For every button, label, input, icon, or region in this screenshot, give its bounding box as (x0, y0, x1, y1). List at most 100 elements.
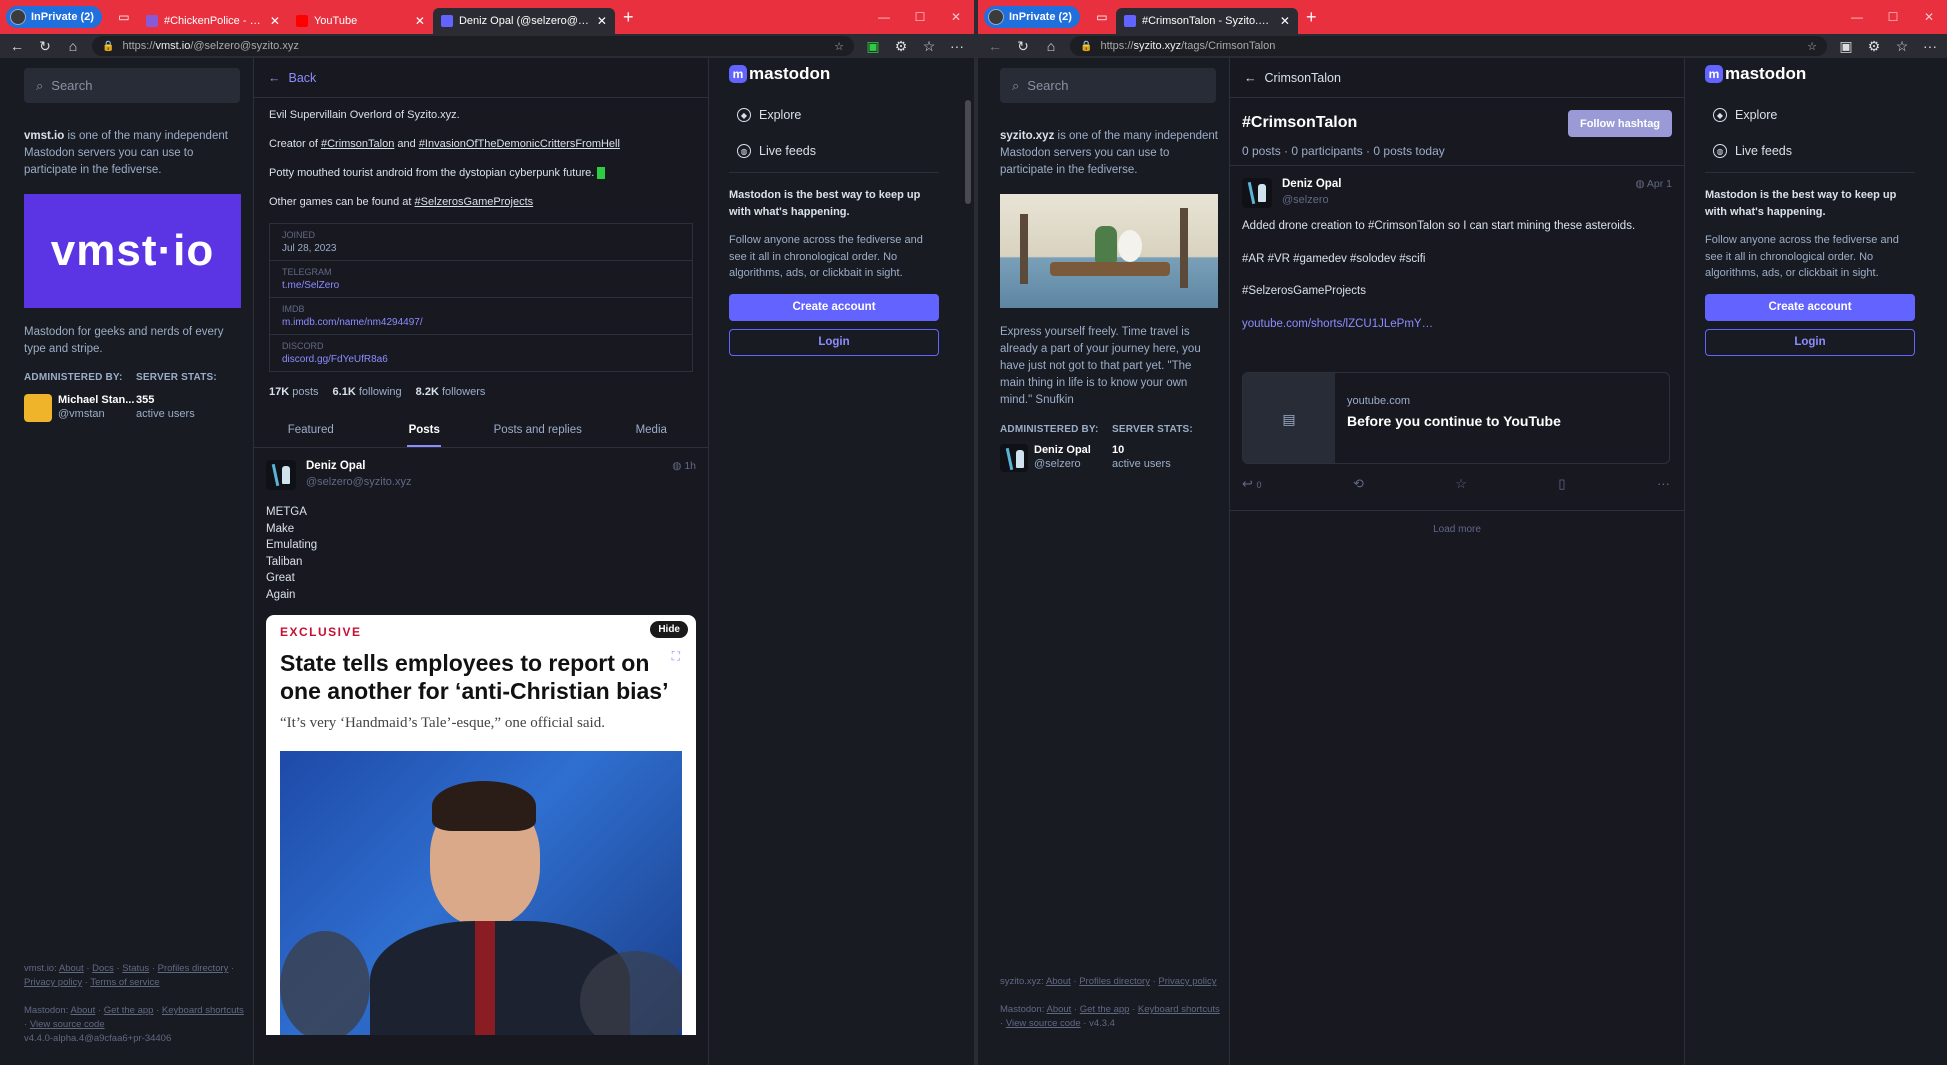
alt-text-icon[interactable]: ⛶ (672, 649, 680, 664)
favorites-icon[interactable]: ☆ (1893, 38, 1911, 55)
admin-name[interactable]: Deniz Opal (1034, 444, 1091, 456)
post-avatar[interactable] (1242, 178, 1272, 208)
back-arrow-icon[interactable]: ← (8, 38, 26, 54)
following-count[interactable]: 6.1K following (333, 386, 402, 398)
post-time[interactable]: ◍ 1h (672, 460, 696, 490)
status-post[interactable]: Deniz Opal @selzero ◍ Apr 1 Added drone c… (1230, 166, 1684, 330)
footer-keyboard-link[interactable]: Keyboard shortcuts (1138, 1004, 1220, 1015)
favorites-icon[interactable]: ☆ (920, 38, 938, 55)
post-time[interactable]: ◍ Apr 1 (1635, 178, 1672, 208)
login-button[interactable]: Login (1705, 328, 1915, 356)
inprivate-badge[interactable]: InPrivate (2) (6, 6, 102, 28)
refresh-icon[interactable]: ↻ (36, 38, 54, 55)
footer-source-link[interactable]: View source code (1006, 1018, 1081, 1029)
close-tab-icon[interactable]: ✕ (1280, 14, 1290, 28)
post-author-name[interactable]: Deniz Opal (1282, 178, 1341, 190)
browser-tab[interactable]: #ChickenPolice - #MastodonSpy ✕ (138, 8, 288, 34)
follow-hashtag-button[interactable]: Follow hashtag (1568, 110, 1672, 137)
post-link[interactable]: youtube.com/shorts/lZCU1JLePmY… (1242, 316, 1672, 333)
tab-posts[interactable]: Posts (368, 412, 482, 447)
hashtag-link[interactable]: #SelzerosGameProjects (415, 196, 534, 208)
browser-tab-active[interactable]: Deniz Opal (@selzero@syzito.xyz) ✕ (432, 8, 615, 34)
post-hashtags[interactable]: #AR #VR #gamedev #solodev #scifi (1242, 251, 1672, 268)
admin-avatar[interactable] (1000, 444, 1028, 472)
footer-terms-link[interactable]: Terms of service (90, 977, 159, 988)
posts-count[interactable]: 17K posts (269, 386, 319, 398)
minimize-icon[interactable]: — (866, 10, 902, 24)
search-input[interactable]: ⌕ Search (24, 68, 240, 103)
reply-button[interactable]: ↩ 0 (1242, 476, 1262, 492)
link-preview-card[interactable]: ▤ youtube.com Before you continue to You… (1242, 372, 1670, 464)
favourite-star-icon[interactable]: ☆ (1455, 476, 1467, 492)
address-bar[interactable]: 🔒 https://syzito.xyz/tags/CrimsonTalon ☆ (1070, 36, 1827, 56)
page-scrollbar[interactable] (962, 58, 974, 1065)
minimize-icon[interactable]: — (1839, 10, 1875, 24)
mastodon-logo[interactable]: m mastodon (729, 64, 939, 84)
more-options-icon[interactable]: ··· (1657, 476, 1670, 492)
nav-live-feeds[interactable]: ◍ Live feeds (729, 144, 939, 158)
close-window-icon[interactable]: ✕ (1911, 10, 1947, 24)
footer-source-link[interactable]: View source code (30, 1019, 105, 1030)
maximize-icon[interactable]: ☐ (902, 10, 938, 24)
tab-featured[interactable]: Featured (254, 412, 368, 447)
footer-about-link[interactable]: About (59, 963, 84, 974)
footer-privacy-link[interactable]: Privacy policy (1158, 976, 1216, 987)
refresh-icon[interactable]: ↻ (1014, 38, 1032, 55)
hashtag-link[interactable]: #CrimsonTalon (1368, 220, 1445, 232)
scrollbar-thumb[interactable] (965, 100, 971, 204)
home-icon[interactable]: ⌂ (64, 38, 82, 54)
address-bar[interactable]: 🔒 https://vmst.io/@selzero@syzito.xyz ☆ (92, 36, 854, 56)
more-menu-icon[interactable]: ··· (948, 38, 966, 54)
hashtag-link[interactable]: #CrimsonTalon (321, 138, 394, 150)
extension-icon[interactable]: ▣ (1837, 38, 1855, 55)
footer-getapp-link[interactable]: Get the app (104, 1005, 154, 1016)
back-arrow-icon[interactable]: ← (986, 38, 1004, 54)
post-author-name[interactable]: Deniz Opal (306, 460, 411, 472)
field-link[interactable]: discord.gg/FdYeUfR8a6 (282, 354, 680, 365)
footer-about-link[interactable]: About (1046, 976, 1071, 987)
back-arrow-icon[interactable]: ← (268, 71, 281, 85)
bookmark-icon[interactable]: ▯ (1558, 476, 1565, 492)
close-tab-icon[interactable]: ✕ (270, 14, 280, 28)
maximize-icon[interactable]: ☐ (1875, 10, 1911, 24)
footer-status-link[interactable]: Status (122, 963, 149, 974)
extensions-icon[interactable]: ⚙ (1865, 38, 1883, 55)
hashtag-link[interactable]: #InvasionOfTheDemonicCrittersFromHell (419, 138, 620, 150)
search-input[interactable]: ⌕ Search (1000, 68, 1216, 103)
footer-about2-link[interactable]: About (1047, 1004, 1072, 1015)
admin-avatar[interactable] (24, 394, 52, 422)
load-more-button[interactable]: Load more (1230, 524, 1684, 535)
create-account-button[interactable]: Create account (1705, 293, 1915, 321)
home-icon[interactable]: ⌂ (1042, 38, 1060, 54)
close-window-icon[interactable]: ✕ (938, 10, 974, 24)
extension-check-icon[interactable]: ▣ (864, 38, 882, 55)
status-post[interactable]: Deniz Opal @selzero@syzito.xyz ◍ 1h METGA… (254, 448, 708, 1035)
login-button[interactable]: Login (729, 328, 939, 356)
mastodon-logo[interactable]: m mastodon (1705, 64, 1915, 84)
favorite-star-icon[interactable]: ☆ (1807, 40, 1817, 53)
followers-count[interactable]: 8.2K followers (416, 386, 486, 398)
footer-profiles-link[interactable]: Profiles directory (1079, 976, 1150, 987)
boost-icon[interactable]: ⟲ (1353, 476, 1364, 492)
nav-explore[interactable]: ◆ Explore (729, 108, 939, 122)
create-account-button[interactable]: Create account (729, 293, 939, 321)
new-tab-icon[interactable]: + (1306, 7, 1317, 28)
post-avatar[interactable] (266, 460, 296, 490)
footer-profiles-link[interactable]: Profiles directory (158, 963, 229, 974)
footer-getapp-link[interactable]: Get the app (1080, 1004, 1130, 1015)
back-arrow-icon[interactable]: ← (1244, 71, 1257, 85)
nav-explore[interactable]: ◆ Explore (1705, 108, 1915, 122)
hide-media-button[interactable]: Hide (650, 621, 688, 638)
post-hashtags[interactable]: #SelzerosGameProjects (1242, 283, 1672, 300)
footer-about2-link[interactable]: About (71, 1005, 96, 1016)
close-tab-icon[interactable]: ✕ (597, 14, 607, 28)
back-button[interactable]: Back (289, 71, 317, 85)
nav-live-feeds[interactable]: ◍ Live feeds (1705, 144, 1915, 158)
tab-media[interactable]: Media (595, 412, 709, 447)
extensions-icon[interactable]: ⚙ (892, 38, 910, 55)
footer-keyboard-link[interactable]: Keyboard shortcuts (162, 1005, 244, 1016)
footer-privacy-link[interactable]: Privacy policy (24, 977, 82, 988)
browser-tab[interactable]: YouTube ✕ (288, 8, 433, 34)
tab-posts-and-replies[interactable]: Posts and replies (481, 412, 595, 447)
admin-name[interactable]: Michael Stan... (58, 394, 134, 406)
